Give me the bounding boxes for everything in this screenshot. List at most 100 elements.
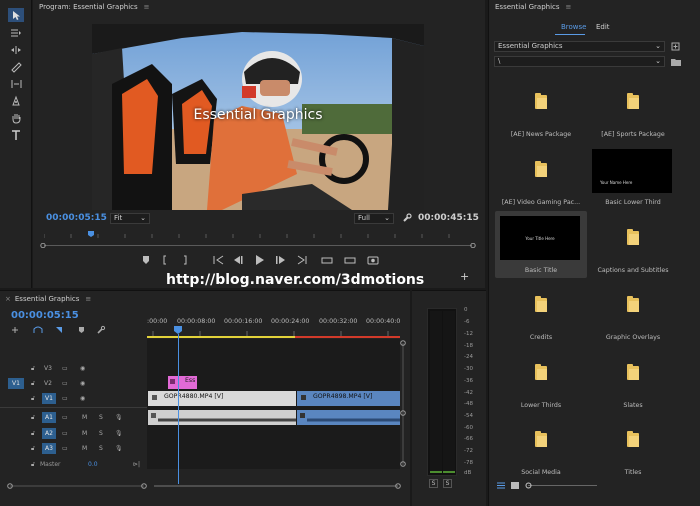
template-item[interactable]: Graphic Overlays — [587, 278, 679, 345]
watermark-text: http://blog.naver.com/3dmotions — [166, 272, 425, 288]
microphone-icon[interactable]: 🎙︎ — [115, 412, 123, 423]
solo-button[interactable]: S — [99, 428, 103, 439]
tab-edit[interactable]: Edit — [596, 23, 610, 31]
hand-tool-icon[interactable] — [8, 111, 24, 125]
video-clip-2[interactable]: GOPR4898.MP4 [V] — [297, 391, 400, 406]
sync-lock-icon[interactable]: ▭ — [62, 443, 68, 454]
eye-icon[interactable]: ◉ — [80, 363, 85, 374]
list-view-icon[interactable] — [497, 482, 505, 491]
thumbnail-text: Your Title Here — [525, 236, 555, 241]
template-label: Credits — [529, 334, 553, 341]
master-value[interactable]: 0.0 — [88, 459, 98, 470]
tab-browse[interactable]: Browse — [561, 23, 587, 31]
timeline-vertical-scrollbar[interactable] — [400, 340, 406, 468]
template-item[interactable]: [AE] News Package — [495, 75, 587, 142]
quality-select[interactable]: Full ⌄ — [354, 213, 394, 224]
audio-clip-1[interactable] — [148, 410, 296, 425]
template-item[interactable]: Social Media — [495, 413, 587, 480]
program-current-timecode[interactable]: 00:00:05:15 — [46, 213, 107, 223]
razor-tool-icon[interactable] — [8, 60, 24, 74]
ruler-label: 00:00:24:00 — [271, 318, 310, 325]
solo-button[interactable]: S — [99, 412, 103, 423]
track-header-scrollbar[interactable] — [6, 483, 148, 489]
mute-button[interactable]: M — [82, 412, 87, 423]
lock-icon[interactable]: 🔓︎ — [31, 393, 35, 404]
thumbnail-size-slider[interactable] — [525, 482, 597, 489]
panel-menu-icon[interactable]: ≡ — [144, 3, 150, 11]
template-item[interactable]: Credits — [495, 278, 587, 345]
track-name-v3[interactable]: V3 — [42, 363, 54, 374]
eye-icon[interactable]: ◉ — [80, 393, 85, 404]
ruler-label: 00:00:16:00 — [224, 318, 263, 325]
icon-view-icon[interactable] — [511, 482, 519, 491]
eye-icon[interactable]: ◉ — [80, 378, 85, 389]
audio-clip-2[interactable] — [297, 410, 400, 425]
video-clip-1[interactable]: GOPR4880.MP4 [V] — [148, 391, 296, 406]
track-header-v2: V1 🔓︎ V2 ▭ ◉ — [0, 376, 147, 391]
microphone-icon[interactable]: 🎙︎ — [115, 428, 123, 439]
program-zoom-scrollbar[interactable] — [40, 242, 476, 249]
lock-icon[interactable]: 🔓︎ — [31, 443, 35, 454]
track-name-a3[interactable]: A3 — [42, 443, 56, 454]
track-select-tool-icon[interactable] — [8, 26, 24, 40]
video-preview[interactable]: Essential Graphics — [92, 24, 424, 210]
sync-lock-icon[interactable]: ▭ — [62, 378, 68, 389]
add-button-icon[interactable]: + — [460, 270, 469, 283]
track-name-a2[interactable]: A2 — [42, 428, 56, 439]
path-select[interactable]: \ ⌄ — [494, 56, 665, 67]
wrench-icon[interactable] — [402, 213, 412, 225]
template-item[interactable]: [AE] Sports Package — [587, 75, 679, 142]
type-tool-icon[interactable] — [8, 128, 24, 142]
folder-icon[interactable] — [671, 58, 681, 68]
slip-tool-icon[interactable] — [8, 77, 24, 91]
template-label: Graphic Overlays — [605, 334, 661, 341]
meter-left-level — [430, 471, 442, 473]
sync-lock-icon[interactable]: ▭ — [62, 412, 68, 423]
sync-lock-icon[interactable]: ▭ — [62, 363, 68, 374]
template-thumbnail — [587, 211, 679, 266]
master-to-end-icon[interactable]: ⊳| — [133, 459, 140, 470]
mute-button[interactable]: M — [82, 443, 87, 454]
lock-icon[interactable]: 🔓︎ — [31, 378, 35, 389]
panel-menu-icon[interactable]: ≡ — [85, 295, 91, 303]
microphone-icon[interactable]: 🎙︎ — [115, 443, 123, 454]
pen-tool-icon[interactable] — [8, 94, 24, 108]
ruler-label: 00:00:40:0 — [366, 318, 401, 325]
template-item[interactable]: Titles — [587, 413, 679, 480]
track-name-v2[interactable]: V2 — [42, 378, 54, 389]
graphic-clip[interactable]: Ess — [168, 376, 197, 389]
sync-lock-icon[interactable]: ▭ — [62, 393, 68, 404]
track-name-v1[interactable]: V1 — [42, 393, 56, 404]
program-time-ruler[interactable] — [43, 228, 474, 242]
timeline-close-icon[interactable]: × — [5, 295, 11, 303]
template-item[interactable]: Slates — [587, 346, 679, 413]
template-item[interactable]: Your Name Here Basic Lower Third — [587, 143, 679, 210]
lock-icon[interactable]: 🔓︎ — [31, 459, 35, 470]
panel-menu-icon[interactable]: ≡ — [566, 3, 572, 11]
zoom-select[interactable]: Fit ⌄ — [110, 213, 150, 224]
template-item[interactable]: [AE] Video Gaming Pac... — [495, 143, 587, 210]
solo-button[interactable]: S — [99, 443, 103, 454]
template-item[interactable]: Lower Thirds — [495, 346, 587, 413]
template-label: Basic Lower Third — [605, 199, 661, 206]
timeline-timecode[interactable]: 00:00:05:15 — [11, 310, 79, 321]
library-add-icon[interactable] — [671, 42, 680, 53]
timeline-horizontal-scrollbar[interactable] — [150, 483, 402, 489]
mute-button[interactable]: M — [82, 428, 87, 439]
template-item[interactable]: Captions and Subtitles — [587, 211, 679, 278]
solo-right-button[interactable]: S — [443, 479, 452, 488]
solo-left-button[interactable]: S — [429, 479, 438, 488]
selection-tool-icon[interactable] — [8, 8, 24, 22]
lock-icon[interactable]: 🔓︎ — [31, 428, 35, 439]
source-patch-v1[interactable]: V1 — [8, 378, 24, 389]
ripple-edit-tool-icon[interactable] — [8, 43, 24, 57]
sync-lock-icon[interactable]: ▭ — [62, 428, 68, 439]
lock-icon[interactable]: 🔓︎ — [31, 412, 35, 423]
track-name-a1[interactable]: A1 — [42, 412, 56, 423]
template-thumbnail: Your Title Here — [500, 216, 580, 260]
lock-icon[interactable]: 🔓︎ — [31, 363, 35, 374]
title-overlay-text[interactable]: Essential Graphics — [92, 107, 424, 123]
template-item-selected[interactable]: Your Title Here Basic Title — [495, 211, 587, 278]
library-select[interactable]: Essential Graphics ⌄ — [494, 41, 665, 52]
playhead-handle[interactable] — [174, 326, 182, 334]
